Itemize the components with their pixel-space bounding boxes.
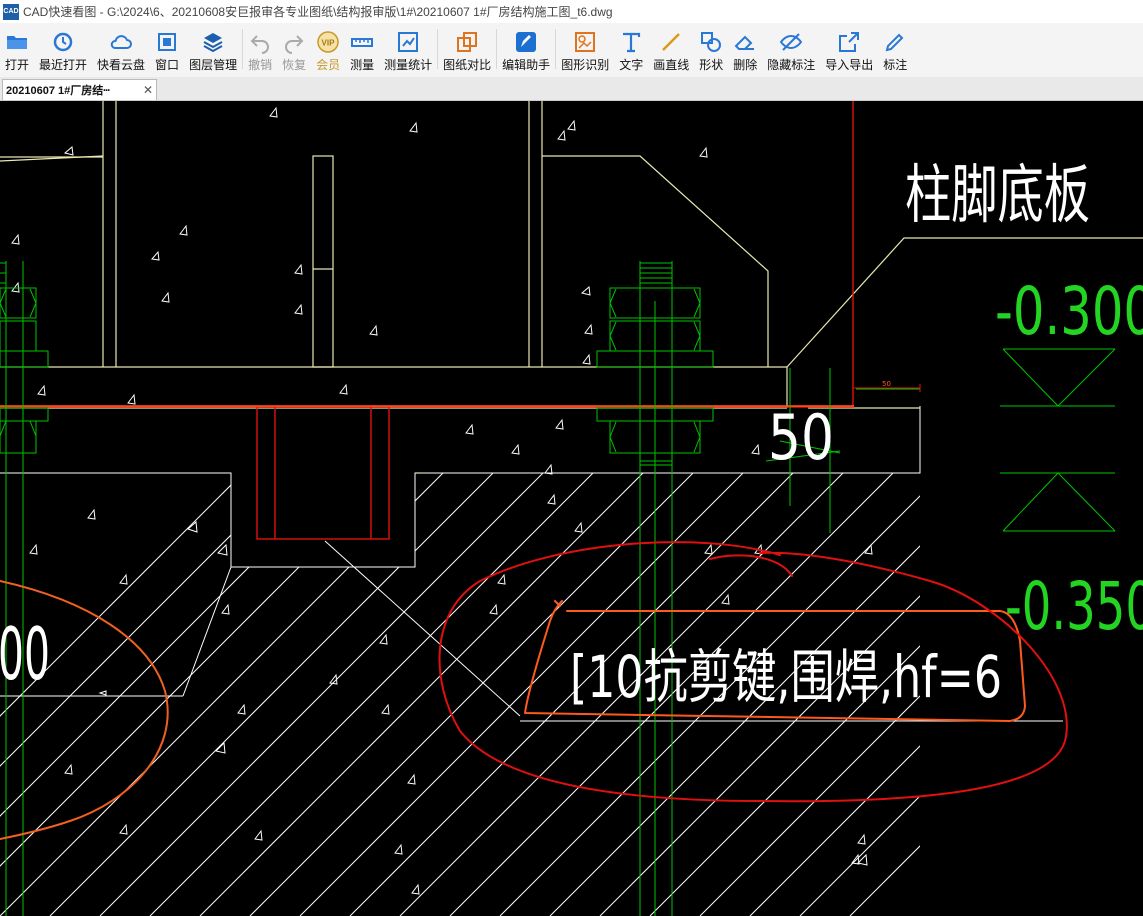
shape-recognize-label: 图形识别	[561, 58, 610, 72]
recent-icon	[53, 32, 73, 52]
shear-key-note: [10抗剪键,围焊,hf=6	[570, 643, 1002, 711]
shape-icon	[701, 32, 722, 52]
open-button[interactable]: 打开	[0, 23, 34, 77]
close-icon[interactable]: ✕	[143, 83, 153, 97]
app-logo-icon: CAD	[3, 3, 19, 20]
vip-button[interactable]: VIP 会员	[311, 23, 345, 77]
drawing-canvas[interactable]: 柱脚底板 50 00 [10抗剪键,围焊,hf=6 -0.300 -0.350 …	[0, 101, 1143, 916]
layer-manage-label: 图层管理	[189, 58, 238, 72]
delete-label: 删除	[733, 58, 758, 72]
tab-drawing[interactable]: 20210607 1#厂房结┅ ✕	[2, 79, 157, 100]
layers-icon	[203, 33, 223, 53]
undo-button[interactable]: 撤销	[243, 23, 277, 77]
import-export-label: 导入导出	[825, 58, 874, 72]
import-export-icon	[839, 32, 860, 52]
edit-assistant-button[interactable]: 编辑助手	[497, 23, 555, 77]
recent-open-button[interactable]: 最近打开	[34, 23, 92, 77]
vip-label: 会员	[316, 58, 341, 72]
hide-icon	[780, 33, 803, 51]
draw-line-label: 画直线	[653, 58, 690, 72]
tab-drawing-label: 20210607 1#厂房结┅	[6, 85, 110, 97]
annotate-icon	[885, 33, 904, 52]
window-button[interactable]: 窗口	[150, 23, 184, 77]
text-icon	[623, 32, 641, 53]
document-tab-bar: 20210607 1#厂房结┅ ✕	[0, 77, 1143, 101]
annotate-button[interactable]: 标注	[878, 23, 912, 77]
compare-icon	[457, 32, 478, 52]
shape-recognize-icon	[575, 32, 596, 52]
recent-open-label: 最近打开	[39, 58, 88, 72]
hide-annotation-label: 隐藏标注	[767, 58, 816, 72]
shape-button[interactable]: 形状	[694, 23, 728, 77]
steel-column	[0, 101, 1143, 474]
hide-annotation-button[interactable]: 隐藏标注	[762, 23, 820, 77]
undo-label: 撤销	[248, 58, 273, 72]
measure-stats-label: 测量统计	[384, 58, 433, 72]
cloud-disk-label: 快看云盘	[97, 58, 146, 72]
svg-text:VIP: VIP	[322, 39, 336, 48]
cloud-disk-button[interactable]: 快看云盘	[92, 23, 150, 77]
measure-stats-button[interactable]: 测量统计	[379, 23, 437, 77]
small-dimension-50: 50	[882, 380, 891, 388]
measure-label: 测量	[350, 58, 375, 72]
edit-assistant-icon	[516, 32, 537, 52]
window-label: 窗口	[155, 58, 180, 72]
draw-line-button[interactable]: 画直线	[648, 23, 694, 77]
redo-icon	[285, 35, 304, 54]
compare-label: 图纸对比	[443, 58, 492, 72]
window-title: CAD快速看图 - G:\2024\6、20210608安巨报审各专业图纸\结构…	[23, 5, 613, 19]
edit-assistant-label: 编辑助手	[502, 58, 551, 72]
window-icon	[158, 33, 177, 51]
open-label: 打开	[5, 58, 30, 72]
compare-button[interactable]: 图纸对比	[438, 23, 496, 77]
folder-icon	[7, 36, 27, 49]
base-plate-title: 柱脚底板	[905, 159, 1090, 233]
redo-button[interactable]: 恢复	[277, 23, 311, 77]
shape-label: 形状	[699, 58, 724, 72]
line-icon	[662, 33, 681, 51]
elevation-minus-0-350: -0.350	[1005, 568, 1143, 645]
title-bar: CAD CAD快速看图 - G:\2024\6、20210608安巨报审各专业图…	[0, 0, 1143, 23]
shape-recognize-button[interactable]: 图形识别	[556, 23, 614, 77]
undo-icon	[250, 35, 270, 54]
main-toolbar: 打开 最近打开 快看云盘 窗口 图层管理 撤销 恢复 VIP 会员 测量 测量统…	[0, 23, 1143, 77]
left-partial-text: 00	[0, 612, 50, 696]
redo-label: 恢复	[282, 58, 307, 72]
measure-button[interactable]: 测量	[345, 23, 379, 77]
anchor-bolts	[0, 261, 714, 916]
eraser-icon	[734, 35, 755, 50]
import-export-button[interactable]: 导入导出	[820, 23, 878, 77]
annotate-label: 标注	[883, 58, 908, 72]
elevation-minus-0-300: -0.300	[995, 273, 1143, 350]
cloud-icon	[110, 35, 133, 49]
dimension-50: 50	[768, 401, 834, 474]
vip-icon: VIP	[317, 31, 339, 53]
delete-button[interactable]: 删除	[728, 23, 762, 77]
ruler-icon	[351, 38, 374, 47]
measure-stats-icon	[398, 32, 419, 52]
text-label: 文字	[619, 58, 644, 72]
layer-manage-button[interactable]: 图层管理	[184, 23, 242, 77]
text-button[interactable]: 文字	[614, 23, 648, 77]
